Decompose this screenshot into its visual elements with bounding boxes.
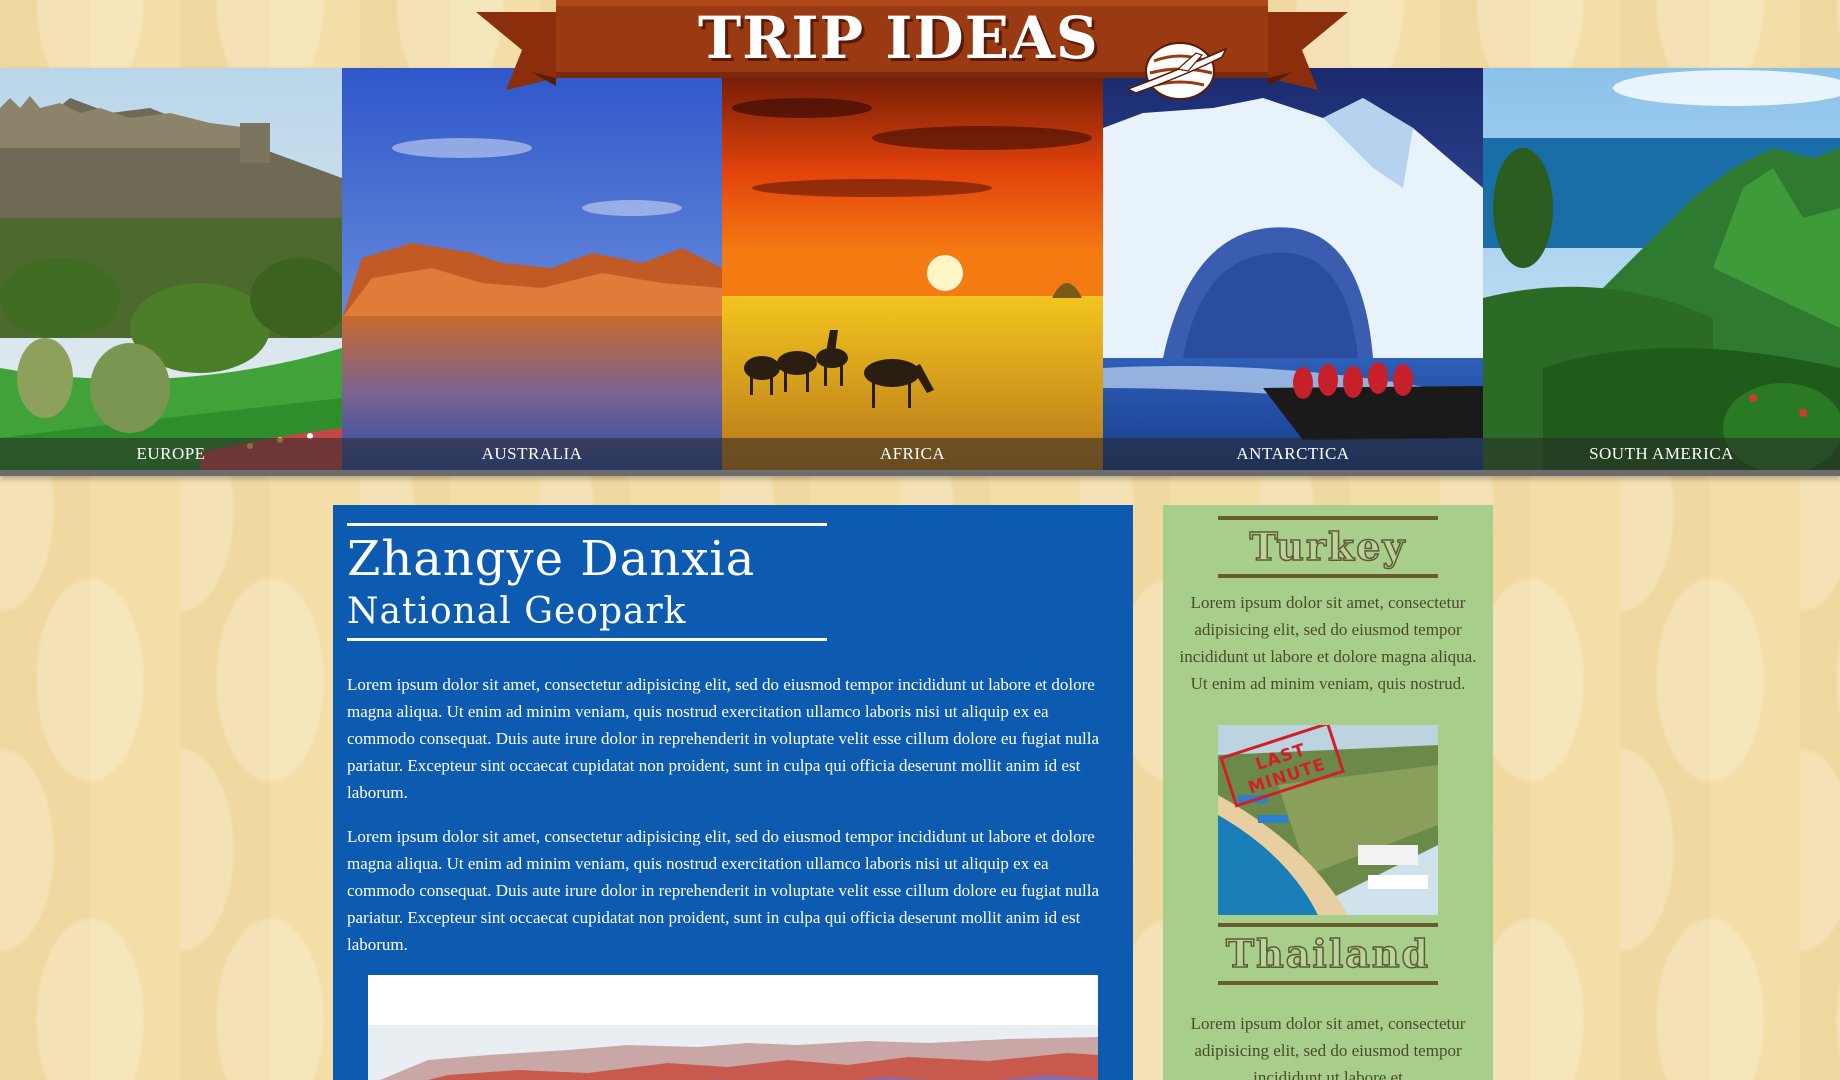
article-paragraph: Lorem ipsum dolor sit amet, consectetur … [347, 827, 1100, 954]
region-tile-australia[interactable]: AUSTRALIA [342, 68, 722, 470]
savanna-sunset-image [722, 68, 1103, 470]
region-tile-antarctica[interactable]: ANTARCTICA [1103, 68, 1483, 470]
sidebar-heading-thailand[interactable]: Thailand [1218, 923, 1438, 985]
turkey-resort-photo[interactable]: LAST MINUTE [1218, 725, 1438, 915]
region-tile-europe[interactable]: EUROPE [0, 68, 342, 470]
region-tile-africa[interactable]: AFRICA [722, 68, 1103, 470]
iceberg-boat-image [1103, 68, 1483, 470]
article-body: Lorem ipsum dolor sit amet, consectetur … [347, 671, 1119, 975]
rainbow-mountains-photo [368, 975, 1098, 1080]
region-label: ANTARCTICA [1103, 438, 1483, 470]
region-strip: EUROPE AUSTRALIA AFRICA ANTARCTICA SOUTH… [0, 68, 1840, 476]
region-label: AFRICA [722, 438, 1103, 470]
site-title[interactable]: TRIP IDEAS [476, 2, 1348, 100]
red-rock-lake-image [342, 68, 722, 470]
sidebar-text-turkey: Lorem ipsum dolor sit amet, consectetur … [1179, 593, 1477, 693]
featured-article: Zhangye Danxia National Geopark Lorem ip… [333, 505, 1133, 1080]
article-subtitle: National Geopark [347, 591, 687, 632]
castle-landscape-image [0, 68, 342, 470]
tropical-mountains-image [1483, 68, 1840, 470]
sidebar-heading-turkey[interactable]: Turkey [1218, 516, 1438, 578]
article-title: Zhangye Danxia [347, 531, 756, 587]
article-paragraph: Lorem ipsum dolor sit amet, consectetur … [347, 675, 1100, 802]
region-label: EUROPE [0, 438, 342, 470]
region-label: AUSTRALIA [342, 438, 722, 470]
sidebar-text-thailand: Lorem ipsum dolor sit amet, consectetur … [1190, 1014, 1466, 1080]
site-title-text: TRIP IDEAS [697, 4, 1099, 72]
region-tile-south-america[interactable]: SOUTH AMERICA [1483, 68, 1840, 470]
article-heading: Zhangye Danxia National Geopark [347, 523, 827, 641]
site-banner: TRIP IDEAS [476, 0, 1348, 100]
sidebar-destinations: Turkey Lorem ipsum dolor sit amet, conse… [1163, 505, 1493, 1080]
region-label: SOUTH AMERICA [1483, 438, 1840, 470]
